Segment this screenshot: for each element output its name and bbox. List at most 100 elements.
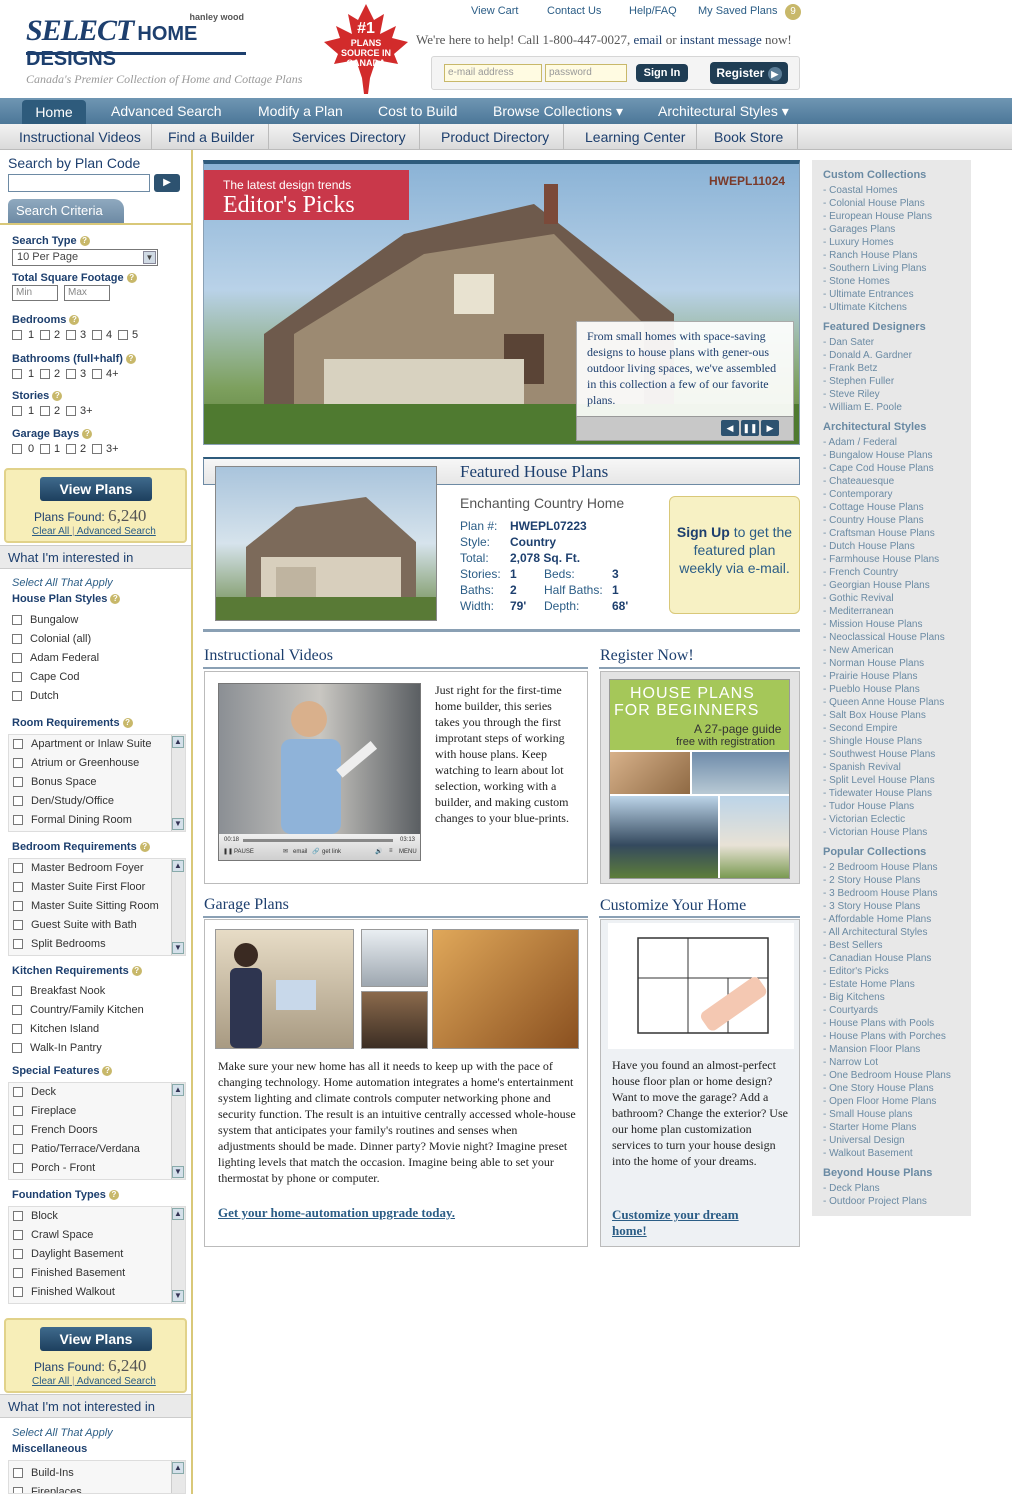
arch-style-link[interactable]: - Southwest House Plans [823, 749, 935, 760]
bedrooms-2-checkbox[interactable] [40, 330, 50, 340]
checkbox[interactable] [13, 939, 23, 949]
bedrooms-4-checkbox[interactable] [92, 330, 102, 340]
help-icon[interactable]: ? [139, 842, 150, 853]
email-field[interactable]: e-mail address [444, 64, 542, 82]
popular-link[interactable]: - Universal Design [823, 1135, 905, 1146]
arch-style-link[interactable]: - Pueblo House Plans [823, 684, 920, 695]
help-icon[interactable]: ? [79, 236, 90, 247]
nav-modify-plan[interactable]: Modify a Plan [258, 103, 343, 119]
arch-style-link[interactable]: - Contemporary [823, 489, 892, 500]
scrollbar[interactable]: ▲ [171, 1461, 185, 1493]
arch-style-link[interactable]: - Victorian Eclectic [823, 814, 905, 825]
arch-style-link[interactable]: - Spanish Revival [823, 762, 901, 773]
popular-link[interactable]: - Courtyards [823, 1005, 878, 1016]
help-icon[interactable]: ? [126, 273, 137, 284]
hero-plan-code[interactable]: HWEPL11024 [709, 174, 785, 188]
checkbox[interactable] [13, 863, 23, 873]
popular-link[interactable]: - All Architectural Styles [823, 927, 927, 938]
garage-2-checkbox[interactable] [66, 444, 76, 454]
bathrooms-3-checkbox[interactable] [66, 369, 76, 379]
advanced-search-link[interactable]: Advanced Search [77, 1376, 156, 1387]
custom-link[interactable]: - Ranch House Plans [823, 250, 918, 261]
video-get-link-label[interactable]: get link [322, 849, 341, 855]
designer-link[interactable]: - Stephen Fuller [823, 376, 894, 387]
arch-style-link[interactable]: - Cottage House Plans [823, 502, 924, 513]
instant-message-link[interactable]: instant message [680, 32, 762, 47]
nav-browse-collections[interactable]: Browse Collections ▾ [493, 103, 623, 120]
popular-link[interactable]: - Canadian House Plans [823, 953, 931, 964]
checkbox[interactable] [13, 1230, 23, 1240]
prev-icon[interactable]: ◀ [721, 420, 739, 436]
arch-style-link[interactable]: - Victorian House Plans [823, 827, 927, 838]
arch-style-link[interactable]: - Tidewater House Plans [823, 788, 932, 799]
custom-link[interactable]: - Southern Living Plans [823, 263, 926, 274]
arch-style-link[interactable]: - Norman House Plans [823, 658, 924, 669]
arch-style-link[interactable]: - Bungalow House Plans [823, 450, 933, 461]
help-faq-link[interactable]: Help/FAQ [629, 5, 677, 17]
scroll-down-icon[interactable]: ▼ [172, 1166, 184, 1178]
popular-link[interactable]: - 3 Bedroom House Plans [823, 888, 938, 899]
register-button[interactable]: Register ▶ [710, 62, 788, 84]
popular-link[interactable]: - Best Sellers [823, 940, 882, 951]
clear-all-link[interactable]: Clear All [32, 526, 69, 537]
custom-link[interactable]: - Coastal Homes [823, 185, 897, 196]
designer-link[interactable]: - Steve Riley [823, 389, 880, 400]
arch-style-link[interactable]: - French Country [823, 567, 898, 578]
advanced-search-link[interactable]: Advanced Search [77, 526, 156, 537]
clear-all-link[interactable]: Clear All [32, 1376, 69, 1387]
scrollbar[interactable]: ▲ ▼ [171, 1083, 185, 1179]
beginners-guide-promo[interactable]: HOUSE PLANS FOR BEGINNERS A 27-page guid… [609, 679, 790, 879]
popular-link[interactable]: - Open Floor Home Plans [823, 1096, 936, 1107]
help-icon[interactable]: ? [122, 718, 133, 729]
custom-link[interactable]: - Stone Homes [823, 276, 890, 287]
popular-link[interactable]: - Small House plans [823, 1109, 912, 1120]
checkbox[interactable] [13, 796, 23, 806]
checkbox[interactable] [12, 691, 22, 701]
scroll-down-icon[interactable]: ▼ [172, 1290, 184, 1302]
sign-up-link[interactable]: Sign Up [677, 524, 730, 540]
bathrooms-2-checkbox[interactable] [40, 369, 50, 379]
contact-us-link[interactable]: Contact Us [547, 5, 601, 17]
checkbox[interactable] [12, 986, 22, 996]
arch-style-link[interactable]: - Craftsman House Plans [823, 528, 935, 539]
popular-link[interactable]: - Affordable Home Plans [823, 914, 931, 925]
featured-house-image[interactable] [215, 466, 437, 621]
link-icon[interactable]: 🔗 [312, 848, 319, 855]
nav-advanced-search[interactable]: Advanced Search [111, 103, 222, 119]
arch-style-link[interactable]: - Chateauesque [823, 476, 894, 487]
stories-3-checkbox[interactable] [66, 406, 76, 416]
arch-style-link[interactable]: - Adam / Federal [823, 437, 897, 448]
designer-link[interactable]: - Frank Betz [823, 363, 877, 374]
automation-upgrade-link[interactable]: Get your home-automation upgrade today. [218, 1205, 455, 1221]
arch-style-link[interactable]: - Dutch House Plans [823, 541, 915, 552]
arch-style-link[interactable]: - Split Level House Plans [823, 775, 935, 786]
sqft-max-input[interactable]: Max [64, 285, 110, 301]
checkbox[interactable] [13, 777, 23, 787]
arch-style-link[interactable]: - Tudor House Plans [823, 801, 914, 812]
custom-link[interactable]: - Ultimate Entrances [823, 289, 914, 300]
next-icon[interactable]: ▶ [761, 420, 779, 436]
checkbox[interactable] [13, 920, 23, 930]
beyond-link[interactable]: - Outdoor Project Plans [823, 1196, 927, 1207]
customize-link[interactable]: Customize your dream home! [612, 1207, 772, 1239]
popular-link[interactable]: - Editor's Picks [823, 966, 889, 977]
custom-link[interactable]: - European House Plans [823, 211, 932, 222]
checkbox[interactable] [13, 1106, 23, 1116]
volume-icon[interactable]: 🔊 [375, 848, 382, 855]
designer-link[interactable]: - William E. Poole [823, 402, 902, 413]
popular-link[interactable]: - Narrow Lot [823, 1057, 878, 1068]
arch-style-link[interactable]: - Queen Anne House Plans [823, 697, 944, 708]
bathrooms-4-checkbox[interactable] [92, 369, 102, 379]
nav-services-directory[interactable]: Services Directory [292, 129, 406, 145]
scroll-up-icon[interactable]: ▲ [172, 736, 184, 748]
arch-style-link[interactable]: - Neoclassical House Plans [823, 632, 945, 643]
bedrooms-5-checkbox[interactable] [118, 330, 128, 340]
popular-link[interactable]: - 2 Story House Plans [823, 875, 920, 886]
scroll-down-icon[interactable]: ▼ [172, 942, 184, 954]
plan-number-link[interactable]: HWEPL07223 [510, 518, 587, 534]
checkbox[interactable] [13, 739, 23, 749]
help-icon[interactable]: ? [125, 354, 136, 365]
search-criteria-tab[interactable]: Search Criteria [8, 199, 124, 223]
scroll-down-icon[interactable]: ▼ [172, 818, 184, 830]
checkbox[interactable] [12, 1005, 22, 1015]
